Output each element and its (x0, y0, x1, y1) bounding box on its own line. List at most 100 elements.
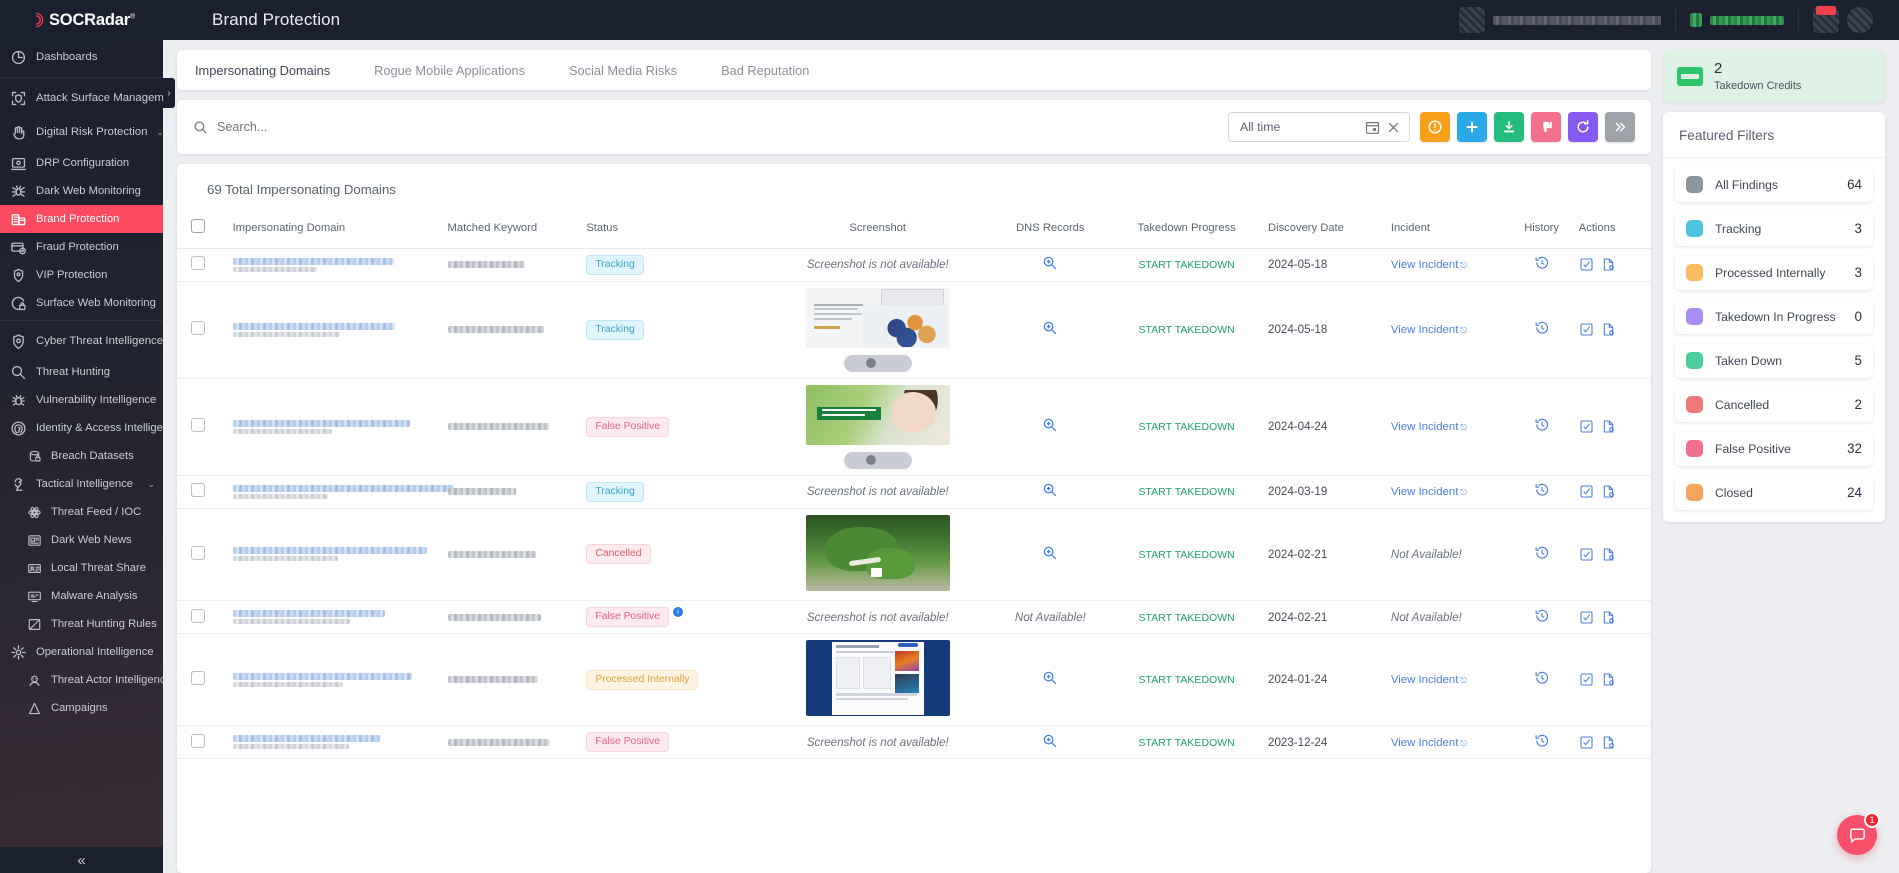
impersonating-domain-cell[interactable] (229, 508, 444, 600)
refresh-button[interactable] (1568, 112, 1598, 142)
screenshot-thumbnail[interactable] (806, 385, 950, 445)
sidebar-item-brand-protection[interactable]: Brand Protection (0, 205, 163, 233)
sidebar-item-cyber-threat-intelligence[interactable]: Cyber Threat Intelligence?⌄ (0, 324, 163, 358)
sidebar-item-threat-feed-ioc[interactable]: Threat Feed / IOC (0, 498, 163, 526)
impersonating-domain-cell[interactable] (229, 378, 444, 475)
view-incident-link[interactable]: View Incident ⎋ (1391, 674, 1467, 686)
sidebar-item-threat-actor-intelligence[interactable]: Threat Actor Intelligence (0, 666, 163, 694)
more-button[interactable] (1605, 112, 1635, 142)
filter-tracking[interactable]: Tracking 3 (1675, 211, 1873, 246)
start-takedown-button[interactable]: START TAKEDOWN (1138, 738, 1234, 749)
impersonating-domain-cell[interactable] (229, 726, 444, 759)
filter-taken-down[interactable]: Taken Down 5 (1675, 343, 1873, 378)
sidebar-collapse-button[interactable]: « (0, 847, 163, 873)
start-takedown-button[interactable]: START TAKEDOWN (1138, 675, 1234, 686)
view-incident-link[interactable]: View Incident ⎋ (1391, 486, 1467, 498)
table-row[interactable]: False Positive Screenshot is not availabl… (177, 726, 1651, 759)
table-row[interactable]: Tracking Screenshot is not available! STAR… (177, 475, 1651, 508)
tab-social-media-risks[interactable]: Social Media Risks (569, 50, 699, 90)
impersonating-domain-cell[interactable] (229, 600, 444, 633)
col-dns-records[interactable]: DNS Records (991, 211, 1109, 249)
screenshot-slider[interactable] (844, 452, 912, 469)
sidebar-item-campaigns[interactable]: Campaigns (0, 694, 163, 722)
row-checkbox[interactable] (191, 418, 205, 432)
table-row[interactable]: Tracking START TAKEDOWN 2024-05-18 View Inc… (177, 281, 1651, 378)
history-icon[interactable] (1534, 482, 1550, 501)
tab-bad-reputation[interactable]: Bad Reputation (721, 50, 831, 90)
sidebar-item-vip-protection[interactable]: VIP Protection (0, 261, 163, 289)
sidebar-item-breach-datasets[interactable]: Breach Datasets (0, 442, 163, 470)
report-document-icon[interactable] (1601, 735, 1616, 750)
dislike-button[interactable] (1531, 112, 1561, 142)
row-checkbox[interactable] (191, 321, 205, 335)
col-screenshot[interactable]: Screenshot (764, 211, 991, 249)
date-range-picker[interactable]: All time (1228, 112, 1410, 142)
sidebar-item-drp-configuration[interactable]: DRP Configuration (0, 149, 163, 177)
start-takedown-button[interactable]: START TAKEDOWN (1138, 422, 1234, 433)
calendar-icon[interactable] (1365, 120, 1380, 135)
screenshot-thumbnail[interactable] (806, 515, 950, 591)
start-takedown-button[interactable]: START TAKEDOWN (1138, 613, 1234, 624)
history-icon[interactable] (1534, 670, 1550, 689)
mark-checkbox-icon[interactable] (1579, 257, 1594, 272)
mark-checkbox-icon[interactable] (1579, 547, 1594, 562)
col-matched-keyword[interactable]: Matched Keyword (444, 211, 583, 249)
account-controls[interactable] (1799, 0, 1887, 40)
start-takedown-button[interactable]: START TAKEDOWN (1138, 325, 1234, 336)
globe-icon[interactable] (1847, 7, 1873, 33)
mark-checkbox-icon[interactable] (1579, 322, 1594, 337)
view-incident-link[interactable]: View Incident ⎋ (1391, 737, 1467, 749)
impersonating-domain-cell[interactable] (229, 249, 444, 282)
col-status[interactable]: Status (582, 211, 764, 249)
filter-takedown-in-progress[interactable]: Takedown In Progress 0 (1675, 299, 1873, 334)
add-button[interactable] (1457, 112, 1487, 142)
impersonating-domain-cell[interactable] (229, 281, 444, 378)
search-input[interactable] (217, 120, 1218, 134)
download-button[interactable] (1494, 112, 1524, 142)
filter-all-findings[interactable]: All Findings 64 (1675, 167, 1873, 202)
dns-zoom-icon[interactable] (1042, 326, 1058, 339)
history-icon[interactable] (1534, 320, 1550, 339)
row-checkbox[interactable] (191, 256, 205, 270)
sidebar-item-identity-access-intelligence[interactable]: Identity & Access Intelligence⌄ (0, 414, 163, 442)
filter-processed-internally[interactable]: Processed Internally 3 (1675, 255, 1873, 290)
clear-date-icon[interactable] (1386, 120, 1401, 135)
history-icon[interactable] (1534, 417, 1550, 436)
table-row[interactable]: Tracking Screenshot is not available! STAR… (177, 249, 1651, 282)
table-row[interactable]: Processed Internally START TAKEDOWN 2024-0… (177, 634, 1651, 726)
dns-zoom-icon[interactable] (1042, 676, 1058, 689)
mark-checkbox-icon[interactable] (1579, 735, 1594, 750)
sidebar-item-threat-hunting-rules[interactable]: Threat Hunting Rules (0, 610, 163, 638)
alert-button[interactable] (1420, 112, 1450, 142)
report-document-icon[interactable] (1601, 672, 1616, 687)
dns-zoom-icon[interactable] (1042, 261, 1058, 274)
impersonating-domain-cell[interactable] (229, 634, 444, 726)
row-checkbox[interactable] (191, 483, 205, 497)
dns-zoom-icon[interactable] (1042, 551, 1058, 564)
history-icon[interactable] (1534, 255, 1550, 274)
screenshot-slider[interactable] (844, 355, 912, 372)
tab-impersonating-domains[interactable]: Impersonating Domains (195, 50, 352, 90)
sidebar-item-malware-analysis[interactable]: Malware Analysis (0, 582, 163, 610)
row-checkbox[interactable] (191, 671, 205, 685)
history-icon[interactable] (1534, 733, 1550, 752)
report-document-icon[interactable] (1601, 484, 1616, 499)
brand-logo[interactable]: SOCRadar® (0, 0, 198, 40)
sidebar-item-dashboards[interactable]: Dashboards (0, 40, 163, 74)
view-incident-link[interactable]: View Incident ⎋ (1391, 421, 1467, 433)
report-document-icon[interactable] (1601, 610, 1616, 625)
sidebar-item-vulnerability-intelligence[interactable]: Vulnerability Intelligence (0, 386, 163, 414)
sidebar-item-digital-risk-protection[interactable]: Digital Risk Protection ⌄ (0, 115, 163, 149)
sidebar-item-surface-web-monitoring[interactable]: Surface Web Monitoring (0, 289, 163, 317)
sidebar-item-attack-surface-management[interactable]: Attack Surface Management› (0, 81, 163, 115)
sidebar-item-tactical-intelligence[interactable]: Tactical Intelligence ⌄ (0, 470, 163, 498)
chat-support-button[interactable]: 1 (1837, 815, 1877, 855)
history-icon[interactable] (1534, 608, 1550, 627)
report-document-icon[interactable] (1601, 322, 1616, 337)
history-icon[interactable] (1534, 545, 1550, 564)
avatar[interactable] (1813, 7, 1839, 33)
col-impersonating-domain[interactable]: Impersonating Domain (229, 211, 444, 249)
company-selector[interactable] (1445, 0, 1675, 40)
mark-checkbox-icon[interactable] (1579, 672, 1594, 687)
sidebar-item-threat-hunting[interactable]: Threat Hunting (0, 358, 163, 386)
